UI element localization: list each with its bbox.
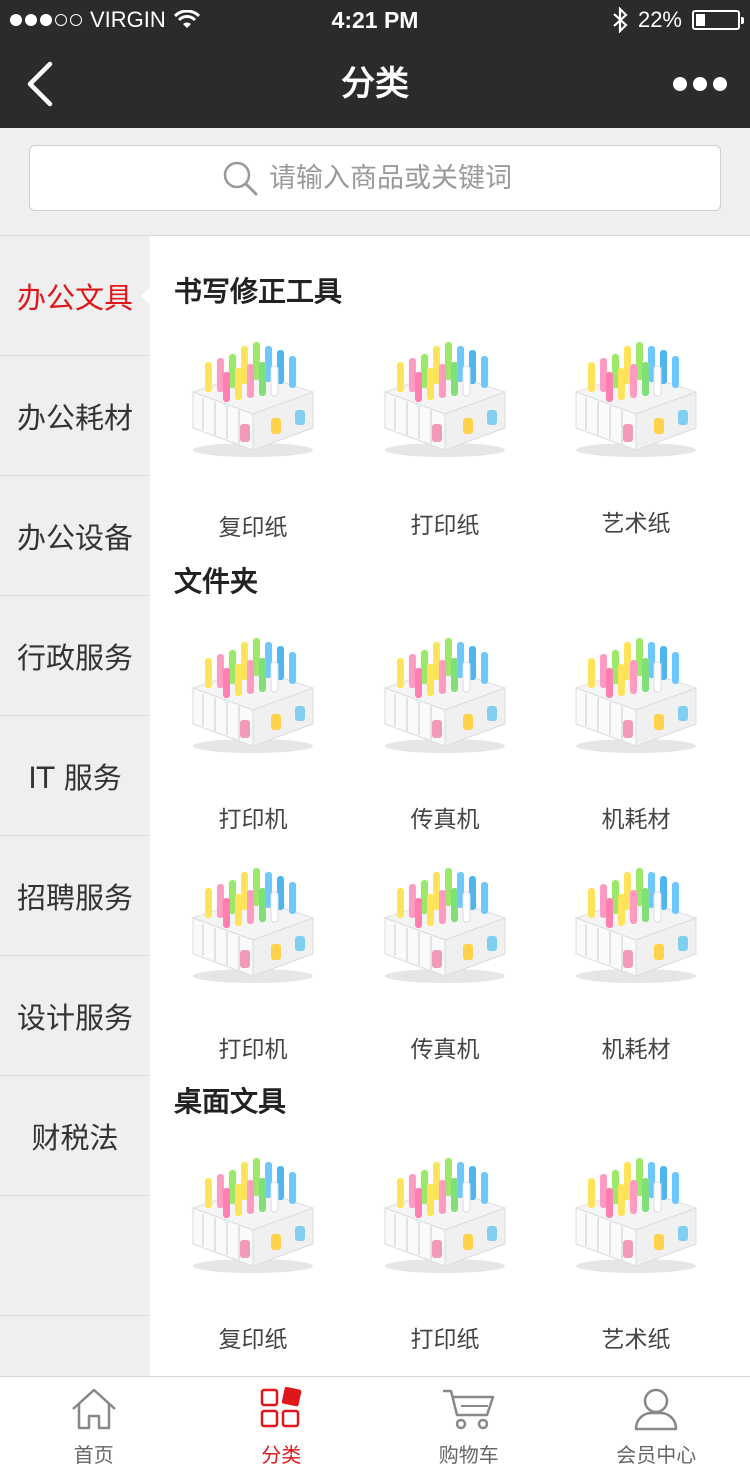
- product-label: 艺术纸: [601, 1327, 671, 1353]
- product-label: 艺术纸: [601, 511, 671, 537]
- tab-label: 购物车: [438, 1443, 499, 1467]
- tab-label: 首页: [73, 1443, 114, 1467]
- section-title: 文件夹: [174, 565, 259, 598]
- battery-percent: 22%: [637, 7, 682, 32]
- sidebar-item-label: IT 服务: [28, 760, 122, 795]
- category-sidebar: 办公文具 办公耗材 办公设备 行政服务 IT 服务 招聘服务 设计服务 财税法: [0, 236, 151, 1436]
- tab-cart[interactable]: 购物车: [375, 1377, 563, 1473]
- product-image: [541, 858, 731, 988]
- tab-bar: 首页 分类 购物车 会员中心: [0, 1376, 750, 1473]
- status-bar: VIRGIN 4:21 PM 22%: [0, 0, 750, 40]
- bluetooth-icon: [613, 7, 628, 33]
- product-image: [350, 858, 540, 988]
- product-label: 打印纸: [410, 1327, 480, 1353]
- sidebar-item-label: 办公耗材: [16, 400, 133, 435]
- section-title: 书写修正工具: [174, 275, 343, 308]
- product-card[interactable]: 打印纸: [350, 1148, 540, 1378]
- product-card[interactable]: 机耗材: [541, 858, 731, 1088]
- product-image: [158, 858, 348, 988]
- product-image: [158, 332, 348, 462]
- sidebar-item-label: 财税法: [31, 1120, 119, 1155]
- nav-bar: 分类: [0, 40, 750, 128]
- sidebar-item-label: 办公设备: [16, 520, 133, 555]
- product-image: [350, 332, 540, 462]
- tab-label: 会员中心: [616, 1443, 697, 1467]
- cart-icon: [442, 1389, 494, 1430]
- sidebar-item-label: 设计服务: [16, 1000, 133, 1035]
- battery-icon: [692, 10, 744, 30]
- section-title: 桌面文具: [174, 1085, 287, 1118]
- more-icon[interactable]: [670, 70, 730, 98]
- product-card[interactable]: 机耗材: [541, 628, 731, 858]
- product-card[interactable]: 艺术纸: [541, 332, 731, 562]
- product-card[interactable]: 复印纸: [158, 1148, 348, 1378]
- product-image: [158, 628, 348, 758]
- product-label: 传真机: [410, 1037, 480, 1063]
- product-label: 传真机: [410, 807, 480, 833]
- sidebar-item-label: 招聘服务: [16, 880, 133, 915]
- tab-label: 分类: [261, 1443, 302, 1467]
- product-label: 复印纸: [218, 515, 288, 541]
- product-label: 复印纸: [218, 1327, 288, 1353]
- sidebar-item-office-stationery[interactable]: 办公文具: [0, 236, 151, 356]
- tab-member-center[interactable]: 会员中心: [563, 1377, 750, 1473]
- product-image: [541, 332, 731, 462]
- product-card[interactable]: 打印机: [158, 858, 348, 1088]
- product-card[interactable]: 复印纸: [158, 332, 348, 562]
- product-image: [541, 1148, 731, 1278]
- product-card[interactable]: 打印纸: [350, 332, 540, 562]
- tab-category[interactable]: 分类: [188, 1377, 376, 1473]
- page-title: 分类: [341, 64, 409, 104]
- sidebar-item-tax-legal[interactable]: 财税法: [0, 1076, 150, 1196]
- tab-home[interactable]: 首页: [0, 1377, 188, 1473]
- search-box[interactable]: [29, 145, 721, 211]
- sidebar-item-label: 行政服务: [16, 640, 133, 675]
- product-card[interactable]: 艺术纸: [541, 1148, 731, 1378]
- search-icon: [223, 161, 258, 196]
- product-card[interactable]: 打印机: [158, 628, 348, 858]
- sidebar-item-it-services[interactable]: IT 服务: [0, 716, 150, 836]
- product-label: 机耗材: [601, 1037, 671, 1063]
- sidebar-item-design-services[interactable]: 设计服务: [0, 956, 150, 1076]
- search-area: [0, 128, 750, 236]
- product-label: 打印纸: [410, 513, 480, 539]
- product-card[interactable]: 传真机: [350, 628, 540, 858]
- status-right: 22%: [612, 6, 744, 34]
- sidebar-item-admin-services[interactable]: 行政服务: [0, 596, 150, 716]
- sidebar-item-empty: [0, 1196, 150, 1316]
- sidebar-item-office-supplies[interactable]: 办公耗材: [0, 356, 150, 476]
- sidebar-item-office-equipment[interactable]: 办公设备: [0, 476, 150, 596]
- home-icon: [71, 1388, 116, 1430]
- product-label: 打印机: [218, 807, 288, 833]
- category-icon: [261, 1387, 302, 1428]
- search-input[interactable]: [269, 162, 529, 194]
- sidebar-item-label: 办公文具: [16, 280, 133, 315]
- sidebar-item-recruiting[interactable]: 招聘服务: [0, 836, 150, 956]
- product-card[interactable]: 传真机: [350, 858, 540, 1088]
- product-image: [350, 628, 540, 758]
- product-label: 机耗材: [601, 807, 671, 833]
- user-icon: [635, 1388, 678, 1431]
- product-label: 打印机: [218, 1037, 288, 1063]
- product-image: [350, 1148, 540, 1278]
- category-content: 书写修正工具 复印纸 打印纸 艺术纸 文件夹 打印机 传真机 机耗材 打印机 传…: [150, 236, 750, 1376]
- product-image: [158, 1148, 348, 1278]
- product-image: [541, 628, 731, 758]
